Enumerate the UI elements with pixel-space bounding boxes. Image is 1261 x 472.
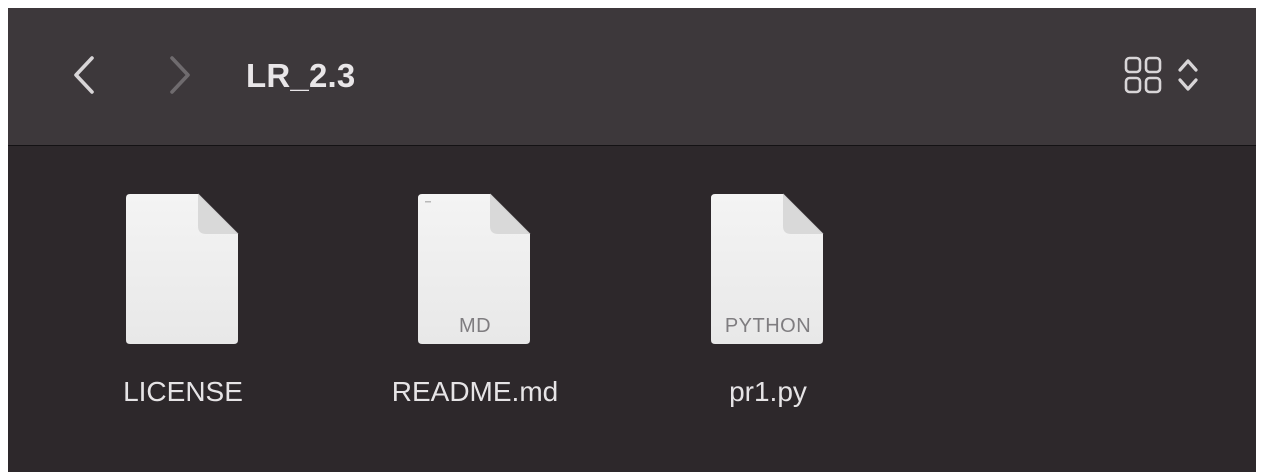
file-name: LICENSE (123, 376, 243, 407)
forward-button[interactable] (160, 52, 200, 98)
file-item-readme[interactable]: MD README.md (375, 188, 575, 408)
chevron-left-icon (74, 56, 94, 94)
up-down-chevron-icon (1178, 59, 1198, 91)
toolbar: LR_2.3 (8, 8, 1256, 146)
file-name: README.md (391, 376, 559, 407)
grid-view-icon (1124, 56, 1162, 94)
file-item-pr1[interactable]: PYTHON pr1.py (668, 188, 868, 408)
document-icon (120, 188, 246, 348)
document-icon: MD (412, 188, 538, 348)
finder-window: LR_2.3 LICENSE MD README.md PYTHON pr1.p… (8, 8, 1256, 472)
file-item-license[interactable]: LICENSE (83, 188, 283, 408)
chevron-right-icon (170, 56, 190, 94)
document-icon: PYTHON (705, 188, 831, 348)
file-ext-label: PYTHON (724, 315, 812, 337)
file-grid: LICENSE MD README.md PYTHON pr1.py (8, 146, 1256, 472)
view-options-button[interactable] (1124, 54, 1214, 96)
window-title: LR_2.3 (246, 57, 356, 94)
back-button[interactable] (64, 52, 104, 98)
file-name: pr1.py (729, 376, 807, 407)
file-ext-label: MD (458, 315, 492, 337)
